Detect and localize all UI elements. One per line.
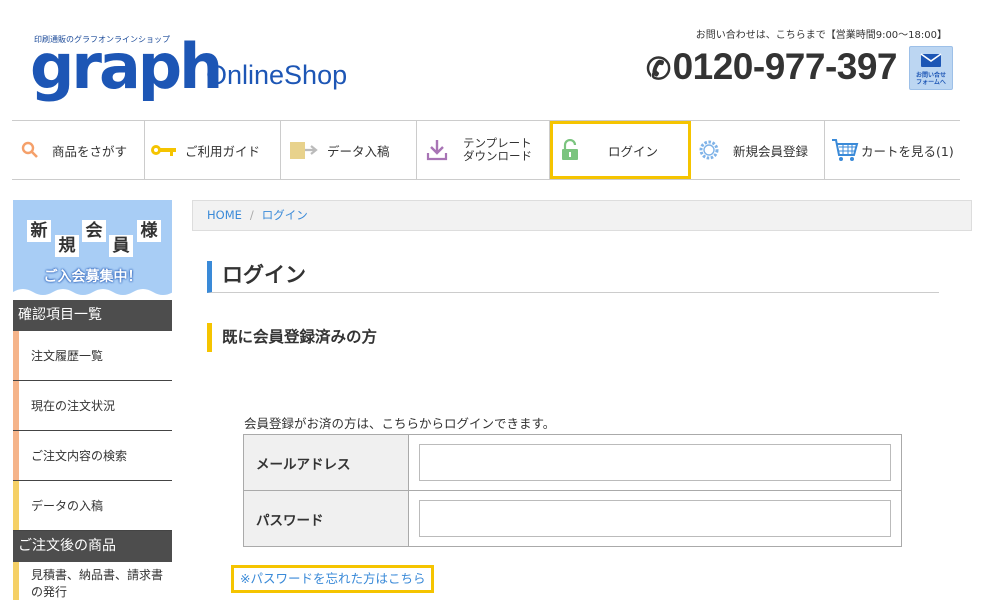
password-cell	[408, 490, 902, 547]
mail-icon	[920, 53, 942, 67]
banner-char-3: 会	[82, 220, 106, 242]
logo-onlineshop-text: OnlineShop	[206, 60, 348, 90]
sidebar-item-data-upload[interactable]: データの入稿	[13, 481, 172, 531]
nav-guide[interactable]: ご利用ガイド	[145, 121, 281, 179]
breadcrumb-current[interactable]: ログイン	[262, 208, 308, 222]
nav-register[interactable]: 新規会員登録	[691, 121, 825, 179]
nav-data-upload-label: データ入稿	[327, 143, 390, 159]
sidebar-item-label: 見積書、納品書、請求書 の発行	[31, 567, 163, 600]
nav-cart[interactable]: カートを見る(1)	[825, 121, 960, 179]
banner-char-5: 様	[137, 220, 161, 242]
email-label: メールアドレス	[243, 434, 409, 491]
nav-cart-label: カートを見る(1)	[861, 143, 954, 159]
banner-char-2: 規	[55, 235, 79, 257]
new-member-banner[interactable]: 新 規 会 員 様 ご入会募集中！	[13, 200, 172, 298]
banner-subtitle: ご入会募集中！	[43, 269, 142, 285]
phone-number-text: 0120-977-397	[672, 46, 898, 87]
sidebar-item-label-line2: の発行	[31, 585, 68, 599]
nav-template-download[interactable]: テンプレート ダウンロード	[417, 121, 550, 179]
sidebar-item-order-status[interactable]: 現在の注文状況	[13, 381, 172, 431]
contact-button-label-2: フォームへ	[916, 79, 946, 86]
breadcrumb-home-link[interactable]: HOME	[207, 208, 242, 222]
breadcrumb-separator: /	[249, 208, 254, 222]
password-label: パスワード	[243, 490, 409, 547]
key-icon	[149, 142, 179, 158]
sidebar-item-label: データの入稿	[31, 499, 104, 513]
magnifier-icon	[18, 141, 42, 159]
sidebar-item-order-search[interactable]: ご注文内容の検索	[13, 431, 172, 481]
email-row: メールアドレス	[243, 434, 902, 491]
main-nav: 商品をさがす ご利用ガイド データ入稿 テンプレート ダウンロード ログイン 新…	[12, 120, 960, 180]
site-logo[interactable]: 印刷通販のグラフオンラインショップ graph OnlineShop	[30, 34, 370, 106]
banner-char-1: 新	[27, 220, 51, 242]
contact-button-label-1: お問い合せ	[915, 72, 946, 79]
unlock-icon	[560, 139, 580, 161]
sidebar-item-documents[interactable]: 見積書、納品書、請求書 の発行	[13, 562, 172, 600]
cart-icon	[831, 137, 859, 163]
sidebar-section-after-order-title: ご注文後の商品	[13, 531, 172, 562]
login-form-table: メールアドレス パスワード	[243, 434, 902, 547]
nav-template-label-line2: ダウンロード	[463, 149, 532, 163]
section-title-existing-members: 既に会員登録済みの方	[207, 323, 377, 352]
sidebar-item-order-history[interactable]: 注文履歴一覧	[13, 331, 172, 381]
nav-search-label: 商品をさがす	[52, 143, 128, 159]
password-field[interactable]	[419, 500, 891, 537]
password-row: パスワード	[243, 490, 902, 547]
nav-login[interactable]: ログイン	[550, 121, 691, 179]
nav-search[interactable]: 商品をさがす	[12, 121, 145, 179]
phone-number: ✆0120-977-397	[645, 46, 898, 88]
sidebar-item-label: 現在の注文状況	[31, 399, 116, 413]
banner-wave-decoration	[13, 289, 172, 298]
nav-register-label: 新規会員登録	[733, 143, 809, 159]
nav-template-label: テンプレート ダウンロード	[463, 137, 532, 163]
gear-icon	[697, 138, 721, 162]
logo-graph-text: graph	[30, 30, 223, 103]
sidebar-item-label-line1: 見積書、納品書、請求書	[31, 568, 164, 582]
forgot-password-link[interactable]: ※パスワードを忘れた方はこちら	[231, 565, 435, 593]
email-field[interactable]	[419, 444, 891, 481]
sidebar-item-label: 注文履歴一覧	[31, 349, 104, 363]
banner-char-4: 員	[109, 235, 133, 257]
email-cell	[408, 434, 902, 491]
sidebar-section-confirm-title: 確認項目一覧	[13, 300, 172, 331]
contact-note: お問い合わせは、こちらまで【営業時間9:00～18:00】	[695, 30, 947, 41]
upload-document-icon	[289, 140, 319, 160]
nav-guide-label: ご利用ガイド	[185, 143, 261, 159]
sidebar-item-label: ご注文内容の検索	[31, 449, 128, 463]
breadcrumb: HOME / ログイン	[192, 200, 972, 231]
download-icon	[425, 138, 449, 162]
page-title: ログイン	[207, 261, 939, 293]
nav-login-label: ログイン	[608, 143, 659, 159]
nav-data-upload[interactable]: データ入稿	[281, 121, 417, 179]
phone-icon: ✆	[645, 53, 671, 86]
contact-form-button[interactable]: お問い合せ フォームへ	[909, 46, 953, 90]
login-intro-text: 会員登録がお済の方は、こちらからログインできます。	[244, 416, 556, 431]
